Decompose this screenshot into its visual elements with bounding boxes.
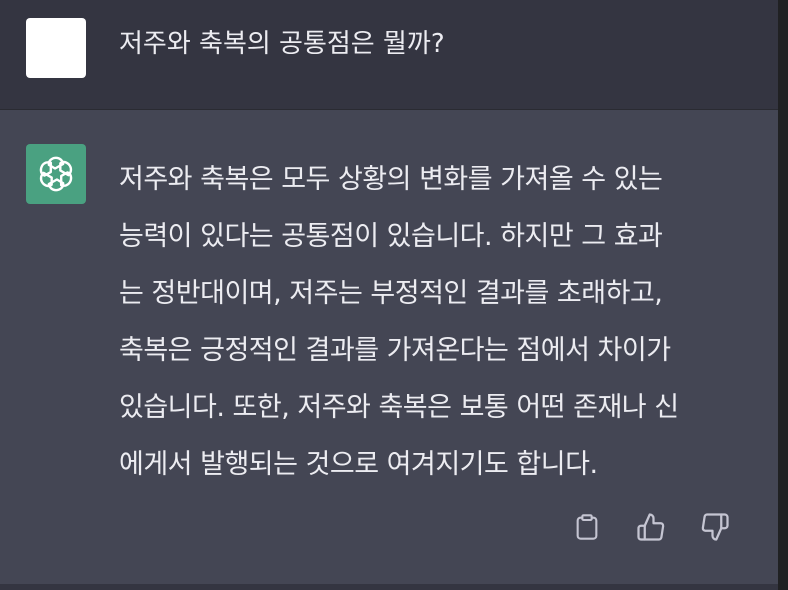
dislike-button[interactable] (698, 510, 732, 544)
answer-line: 는 정반대이며, 저주는 부정적인 결과를 초래하고, (119, 278, 663, 309)
message-actions (570, 510, 732, 544)
user-message-row: 저주와 축복의 공통점은 뭘까? (0, 0, 778, 110)
thumbs-down-icon (701, 513, 729, 541)
answer-line: 저주와 축복은 모두 상황의 변화를 가져올 수 있는 (119, 164, 663, 195)
answer-line: 축복은 긍정적인 결과를 가져온다는 점에서 차이가 (119, 335, 671, 366)
answer-line: 능력이 있다는 공통점이 있습니다. 하지만 그 효과 (119, 221, 663, 252)
bottom-divider (0, 584, 778, 590)
like-button[interactable] (634, 510, 668, 544)
assistant-message-text: 저주와 축복은 모두 상황의 변화를 가져올 수 있는 능력이 있다는 공통점이… (119, 151, 759, 493)
assistant-message-row: 저주와 축복은 모두 상황의 변화를 가져올 수 있는 능력이 있다는 공통점이… (0, 110, 778, 584)
user-message-text: 저주와 축복의 공통점은 뭘까? (119, 29, 445, 59)
answer-line: 에게서 발행되는 것으로 여겨지기도 합니다. (119, 449, 598, 480)
scrollbar-gutter (778, 0, 788, 590)
answer-line: 있습니다. 또한, 저주와 축복은 보통 어떤 존재나 신 (119, 392, 679, 423)
openai-logo-icon (26, 144, 86, 204)
thumbs-up-icon (637, 513, 665, 541)
clipboard-icon (576, 514, 598, 540)
user-avatar (26, 18, 86, 78)
copy-button[interactable] (570, 510, 604, 544)
